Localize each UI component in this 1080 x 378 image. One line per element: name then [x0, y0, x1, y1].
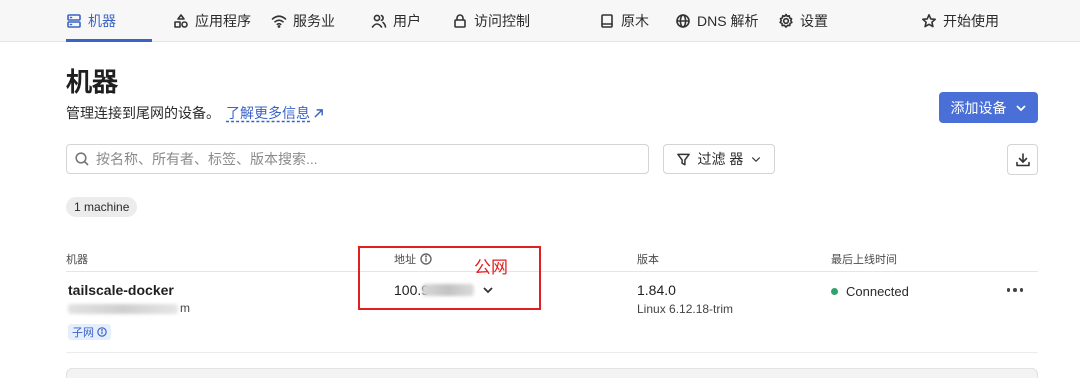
table-header-divider: [66, 271, 1038, 272]
status-text: Connected: [846, 284, 909, 299]
gear-icon: [779, 13, 793, 28]
subnet-badge-label: 子网: [72, 327, 94, 339]
nav-item-label: 开始使用: [943, 13, 999, 29]
download-icon: [1015, 152, 1030, 166]
machine-count-badge: 1 machine: [66, 197, 138, 217]
column-label: 机器: [66, 254, 88, 266]
bottom-panel: [66, 368, 1038, 378]
nav-item-access-control[interactable]: 访问控制: [452, 0, 530, 42]
nav-item-machines[interactable]: 机器: [66, 0, 116, 42]
lock-icon: [454, 14, 466, 28]
nav-item-apps[interactable]: 应用程序: [173, 0, 251, 42]
external-arrow-icon: [314, 108, 323, 118]
column-header-last-seen: 最后上线时间: [831, 251, 897, 267]
nav-item-label: DNS 解析: [697, 13, 759, 29]
machine-name-link[interactable]: tailscale-docker: [68, 282, 174, 298]
info-icon: [97, 327, 107, 337]
redacted-owner: [68, 304, 178, 314]
learn-more-link[interactable]: 了解更多信息: [226, 103, 324, 123]
learn-more-label: 了解更多信息: [226, 105, 310, 121]
column-header-machine: 机器: [66, 251, 88, 267]
client-version: 1.84.0: [637, 282, 676, 298]
connection-status: Connected: [831, 284, 909, 299]
add-device-label: 添加设备: [950, 99, 1007, 116]
top-navigation: 机器 应用程序 服务业 用户 访问控制 原木 DNS 解析 设置 开始使用: [0, 0, 1080, 42]
users-icon: [371, 14, 387, 28]
annotation-label: 公网: [474, 258, 508, 277]
nav-item-label: 应用程序: [195, 13, 251, 29]
page-title: 机器: [66, 67, 119, 97]
row-menu-button[interactable]: [1004, 282, 1026, 298]
star-icon: [922, 14, 936, 28]
annotation-highlight-box: [358, 246, 541, 310]
nav-item-label: 原木: [621, 13, 649, 29]
search-input[interactable]: [96, 151, 616, 167]
nav-item-services[interactable]: 服务业: [271, 0, 335, 42]
logs-icon: [601, 14, 613, 28]
column-label: 版本: [637, 254, 659, 266]
search-icon: [75, 152, 89, 166]
column-label: 最后上线时间: [831, 254, 897, 266]
more-dot: [1006, 288, 1011, 292]
nav-item-users[interactable]: 用户: [371, 0, 421, 42]
nav-item-dns[interactable]: DNS 解析: [675, 0, 758, 42]
wifi-icon: [271, 15, 287, 28]
nav-item-label: 服务业: [293, 13, 335, 29]
status-dot-icon: [831, 288, 838, 295]
nav-item-label: 用户: [393, 13, 421, 29]
filter-label: 过滤 器: [697, 151, 744, 167]
machine-owner-tail: m: [180, 301, 190, 315]
nav-item-label: 设置: [800, 13, 828, 29]
column-header-version: 版本: [637, 251, 659, 267]
more-dot: [1019, 288, 1024, 292]
apps-icon: [174, 14, 188, 28]
machines-icon: [67, 14, 81, 28]
os-version: Linux 6.12.18-trim: [637, 302, 734, 316]
nav-item-label: 访问控制: [474, 13, 530, 29]
page-subtitle: 管理连接到尾网的设备。 了解更多信息: [66, 103, 324, 123]
filter-icon: [676, 153, 690, 165]
nav-item-label: 机器: [88, 13, 116, 29]
table-row-divider: [66, 352, 1038, 353]
nav-item-settings[interactable]: 设置: [778, 0, 828, 42]
chevron-down-icon: [1015, 104, 1026, 111]
add-device-button[interactable]: 添加设备: [939, 92, 1038, 123]
active-tab-indicator: [66, 39, 152, 42]
more-dot: [1013, 288, 1017, 292]
chevron-down-icon: [752, 157, 761, 162]
export-button[interactable]: [1007, 144, 1038, 175]
globe-icon: [676, 14, 690, 28]
nav-item-logs[interactable]: 原木: [599, 0, 649, 42]
filter-button[interactable]: 过滤 器: [663, 144, 775, 174]
nav-item-get-started[interactable]: 开始使用: [921, 0, 999, 42]
subtitle-text: 管理连接到尾网的设备。: [66, 105, 220, 121]
subnet-badge[interactable]: 子网: [68, 324, 111, 340]
search-box[interactable]: [66, 144, 649, 174]
